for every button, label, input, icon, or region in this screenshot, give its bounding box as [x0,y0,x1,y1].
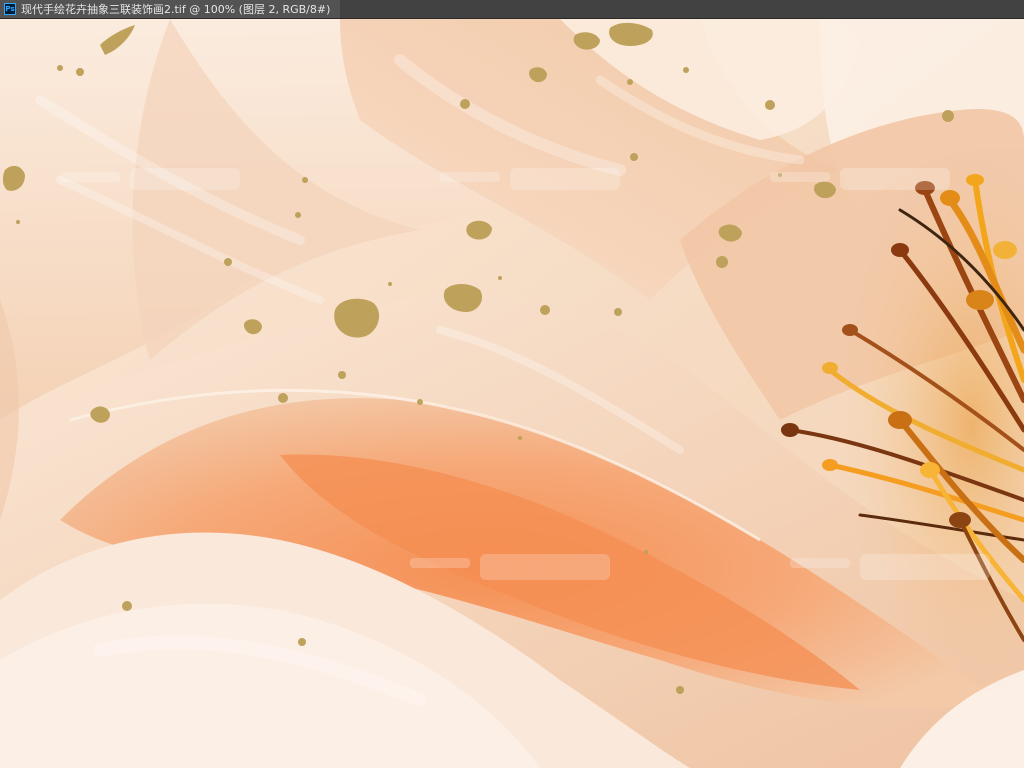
flower-painting [0,19,1024,768]
document-tab-title: 现代手绘花卉抽象三联装饰画2.tif @ 100% (图层 2, RGB/8#) [21,3,331,16]
document-tab-bar: Ps 现代手绘花卉抽象三联装饰画2.tif @ 100% (图层 2, RGB/… [0,0,1024,19]
photoshop-icon: Ps [4,3,16,15]
document-canvas[interactable] [0,19,1024,768]
document-tab[interactable]: Ps 现代手绘花卉抽象三联装饰画2.tif @ 100% (图层 2, RGB/… [0,0,341,18]
